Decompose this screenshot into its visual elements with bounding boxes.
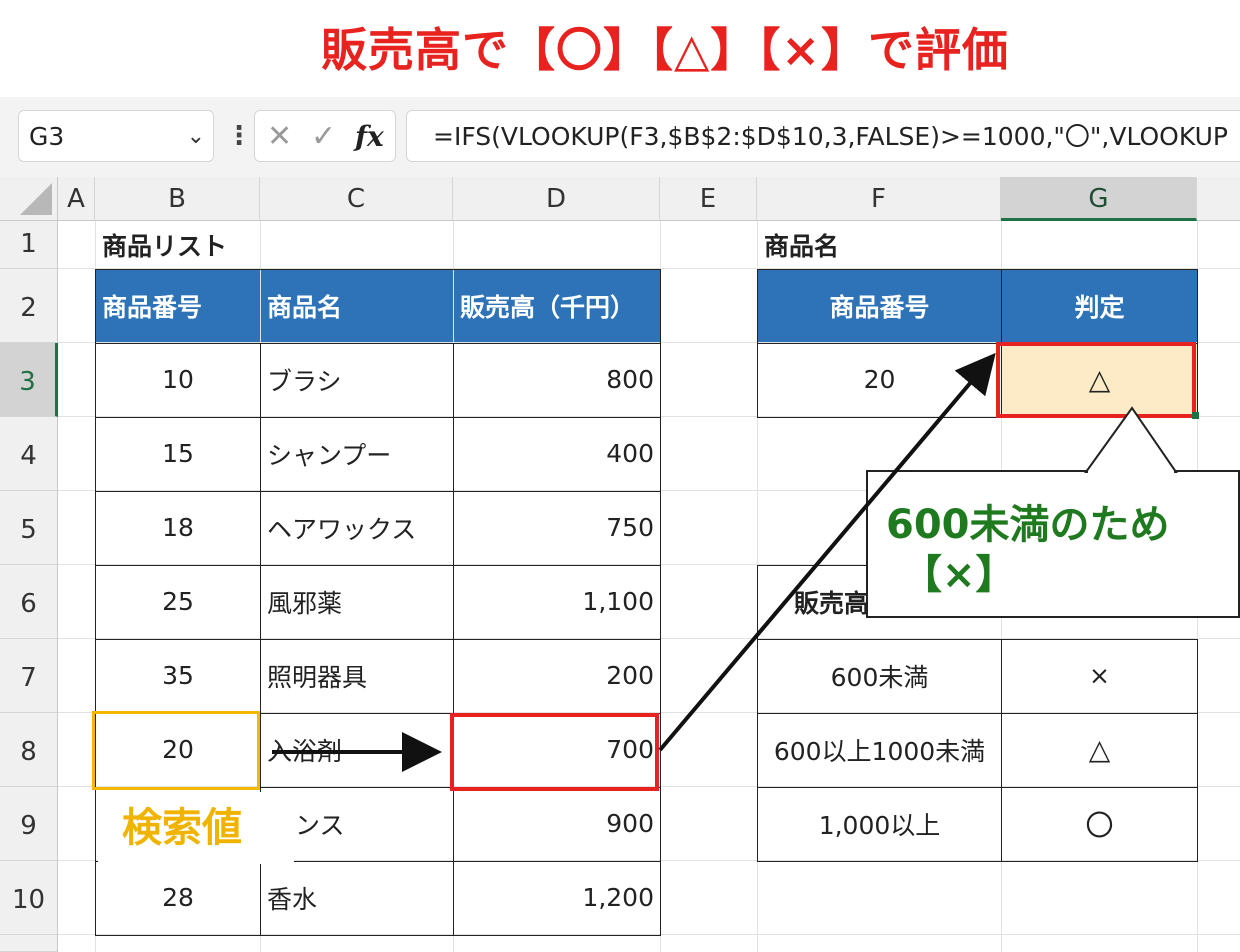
criteria-range[interactable]: 1,000以上 <box>758 787 1001 860</box>
cell-number[interactable]: 28 <box>96 861 260 934</box>
cell-sales[interactable]: 400 <box>454 417 660 490</box>
header-judgement[interactable]: 判定 <box>1002 270 1197 342</box>
table-border <box>95 269 661 270</box>
row-header-5[interactable]: 5 <box>0 491 58 565</box>
search-value-label: 検索値 <box>98 792 294 864</box>
table-border <box>757 269 1198 270</box>
table-border <box>95 491 661 492</box>
table-border <box>757 713 1198 714</box>
header-product-number[interactable]: 商品番号 <box>96 270 260 342</box>
table-border <box>95 343 661 344</box>
row-header-11[interactable] <box>0 935 58 952</box>
col-header-f[interactable]: F <box>757 177 1001 221</box>
cancel-icon[interactable]: ✕ <box>267 111 292 163</box>
table-border <box>660 269 661 936</box>
cell-sales[interactable]: 1,200 <box>454 861 660 934</box>
cell-name[interactable]: 風邪薬 <box>261 565 453 638</box>
callout-line2: 【×】 <box>902 552 1016 598</box>
row-header-2[interactable]: 2 <box>0 269 58 343</box>
formula-buttons: ✕ ✓ fx <box>254 110 396 162</box>
cell-sales[interactable]: 200 <box>454 639 660 712</box>
criteria-range[interactable]: 600以上1000未満 <box>758 713 1001 786</box>
check-icon[interactable]: ✓ <box>311 111 336 163</box>
table-border <box>757 565 867 566</box>
fx-icon[interactable]: fx <box>355 111 384 163</box>
row-header-1[interactable]: 1 <box>0 221 58 269</box>
row-header-8[interactable]: 8 <box>0 713 58 787</box>
row-header-3[interactable]: 3 <box>0 343 58 417</box>
cell-number[interactable]: 10 <box>96 343 260 416</box>
cell-sales[interactable]: 750 <box>454 491 660 564</box>
criteria-mark[interactable]: × <box>1002 639 1197 712</box>
cell-name[interactable]: 照明器具 <box>261 639 453 712</box>
criteria-mark[interactable]: 〇 <box>1002 787 1197 860</box>
cell-name[interactable]: ブラシ <box>261 343 453 416</box>
criteria-range[interactable]: 600未満 <box>758 639 1001 712</box>
cell-number[interactable]: 25 <box>96 565 260 638</box>
col-header-b[interactable]: B <box>95 177 260 221</box>
cell-name[interactable]: 香水 <box>261 861 453 934</box>
table-border <box>95 269 96 936</box>
more-options-icon[interactable]: ⋮ <box>226 118 252 154</box>
chevron-down-icon[interactable]: ⌄ <box>187 111 205 163</box>
formula-input[interactable]: =IFS(VLOOKUP(F3,$B$2:$D$10,3,FALSE)>=100… <box>406 110 1240 162</box>
row-header-9[interactable]: 9 <box>0 787 58 861</box>
name-box[interactable]: G3 ⌄ <box>18 110 214 162</box>
row-header-4[interactable]: 4 <box>0 417 58 491</box>
row-header-6[interactable]: 6 <box>0 565 58 639</box>
search-value-highlight <box>92 711 260 790</box>
criteria-mark[interactable]: △ <box>1002 713 1197 786</box>
col-header-c[interactable]: C <box>260 177 453 221</box>
cell-name[interactable]: 入浴剤 <box>261 713 453 786</box>
table-border <box>1001 639 1002 862</box>
cell-number[interactable]: 15 <box>96 417 260 490</box>
cell-name[interactable]: シャンプー <box>261 417 453 490</box>
header-sales[interactable]: 販売高（千円） <box>454 270 660 342</box>
callout-note: 600未満のため 【×】 <box>866 470 1240 618</box>
cell-number[interactable]: 18 <box>96 491 260 564</box>
row-header-10[interactable]: 10 <box>0 861 58 935</box>
table-border <box>95 417 661 418</box>
header-lookup-number[interactable]: 商品番号 <box>758 270 1001 342</box>
cell-name[interactable]: ヘアワックス <box>261 491 453 564</box>
lookup-title: 商品名 <box>764 232 840 261</box>
row-header-7[interactable]: 7 <box>0 639 58 713</box>
table-border <box>1197 639 1198 862</box>
name-box-value: G3 <box>29 122 65 151</box>
col-header-d[interactable]: D <box>453 177 660 221</box>
col-header-a[interactable]: A <box>58 177 95 221</box>
cell-sales[interactable]: 800 <box>454 343 660 416</box>
table-border <box>757 861 1198 862</box>
table-border <box>757 639 1198 640</box>
table-border <box>95 639 661 640</box>
cell-number[interactable]: 35 <box>96 639 260 712</box>
col-header-g[interactable]: G <box>1001 177 1197 221</box>
page-title: 販売高で【〇】【△】【×】で評価 <box>321 23 1009 77</box>
table-border <box>757 787 1198 788</box>
table-border <box>95 565 661 566</box>
header-product-name[interactable]: 商品名 <box>261 270 453 342</box>
lookup-value-cell[interactable]: 20 <box>758 343 1001 416</box>
col-header-h[interactable] <box>1197 177 1240 221</box>
table-border <box>95 935 661 936</box>
select-all-corner[interactable] <box>0 177 58 221</box>
sales-highlight <box>450 713 659 791</box>
cell-sales[interactable]: 900 <box>454 787 660 860</box>
product-list-title: 商品リスト <box>102 232 228 261</box>
col-header-e[interactable]: E <box>660 177 757 221</box>
cell-sales[interactable]: 1,100 <box>454 565 660 638</box>
callout-pointer <box>1084 406 1178 474</box>
